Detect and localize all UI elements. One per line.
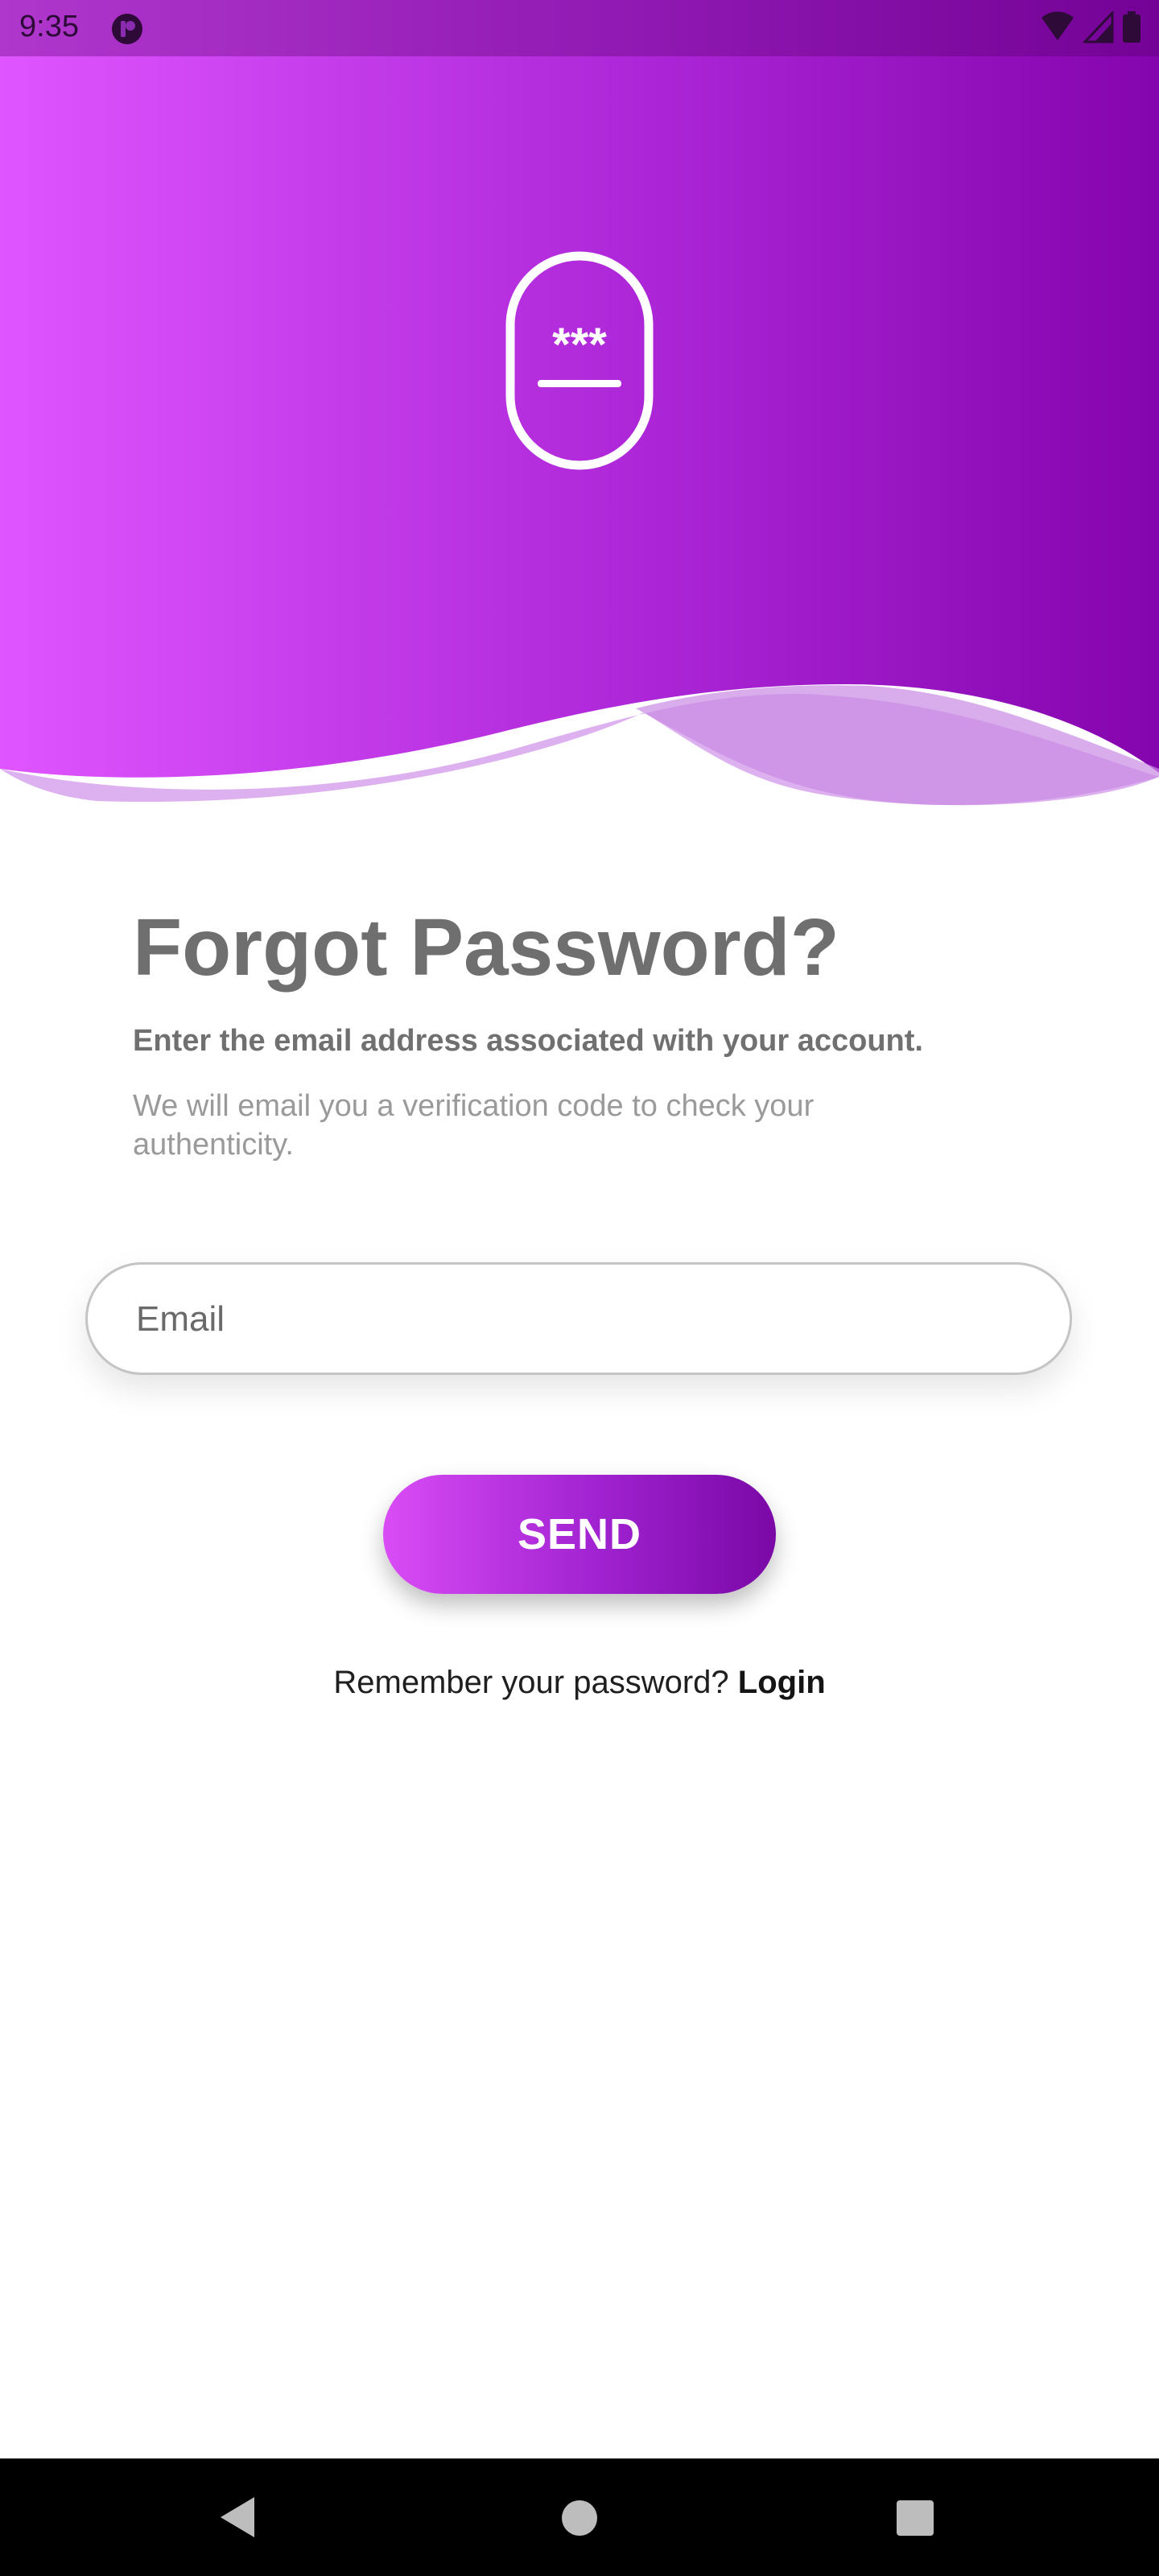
status-time: 9:35 [19,10,79,43]
login-link[interactable]: Login [738,1665,826,1700]
page-subtitle: Enter the email address associated with … [133,1024,923,1058]
login-prompt-text: Remember your password? [333,1665,738,1700]
status-icons [1040,11,1141,43]
back-icon[interactable] [219,2496,256,2539]
recents-icon[interactable] [897,2500,934,2536]
cellular-signal-icon [1083,11,1114,43]
email-input[interactable] [134,1265,1039,1374]
system-nav-bar [0,2458,1159,2576]
page-title: Forgot Password? [133,902,839,993]
email-field[interactable] [85,1262,1072,1375]
password-mask-text: *** [552,319,607,371]
page-description: We will email you a verification code to… [133,1089,815,1162]
wifi-icon [1041,11,1074,40]
login-prompt: Remember your password? Login [0,1665,1159,1701]
password-lock-icon: *** [505,251,654,470]
battery-icon [1123,11,1140,43]
app-notification-icon [112,14,142,44]
forgot-password-screen: 9:35 *** Forgot Password? Enter the emai… [0,0,1159,2576]
status-bar: 9:35 [0,0,1159,56]
home-icon[interactable] [562,2500,597,2536]
send-button[interactable]: SEND [383,1475,776,1594]
